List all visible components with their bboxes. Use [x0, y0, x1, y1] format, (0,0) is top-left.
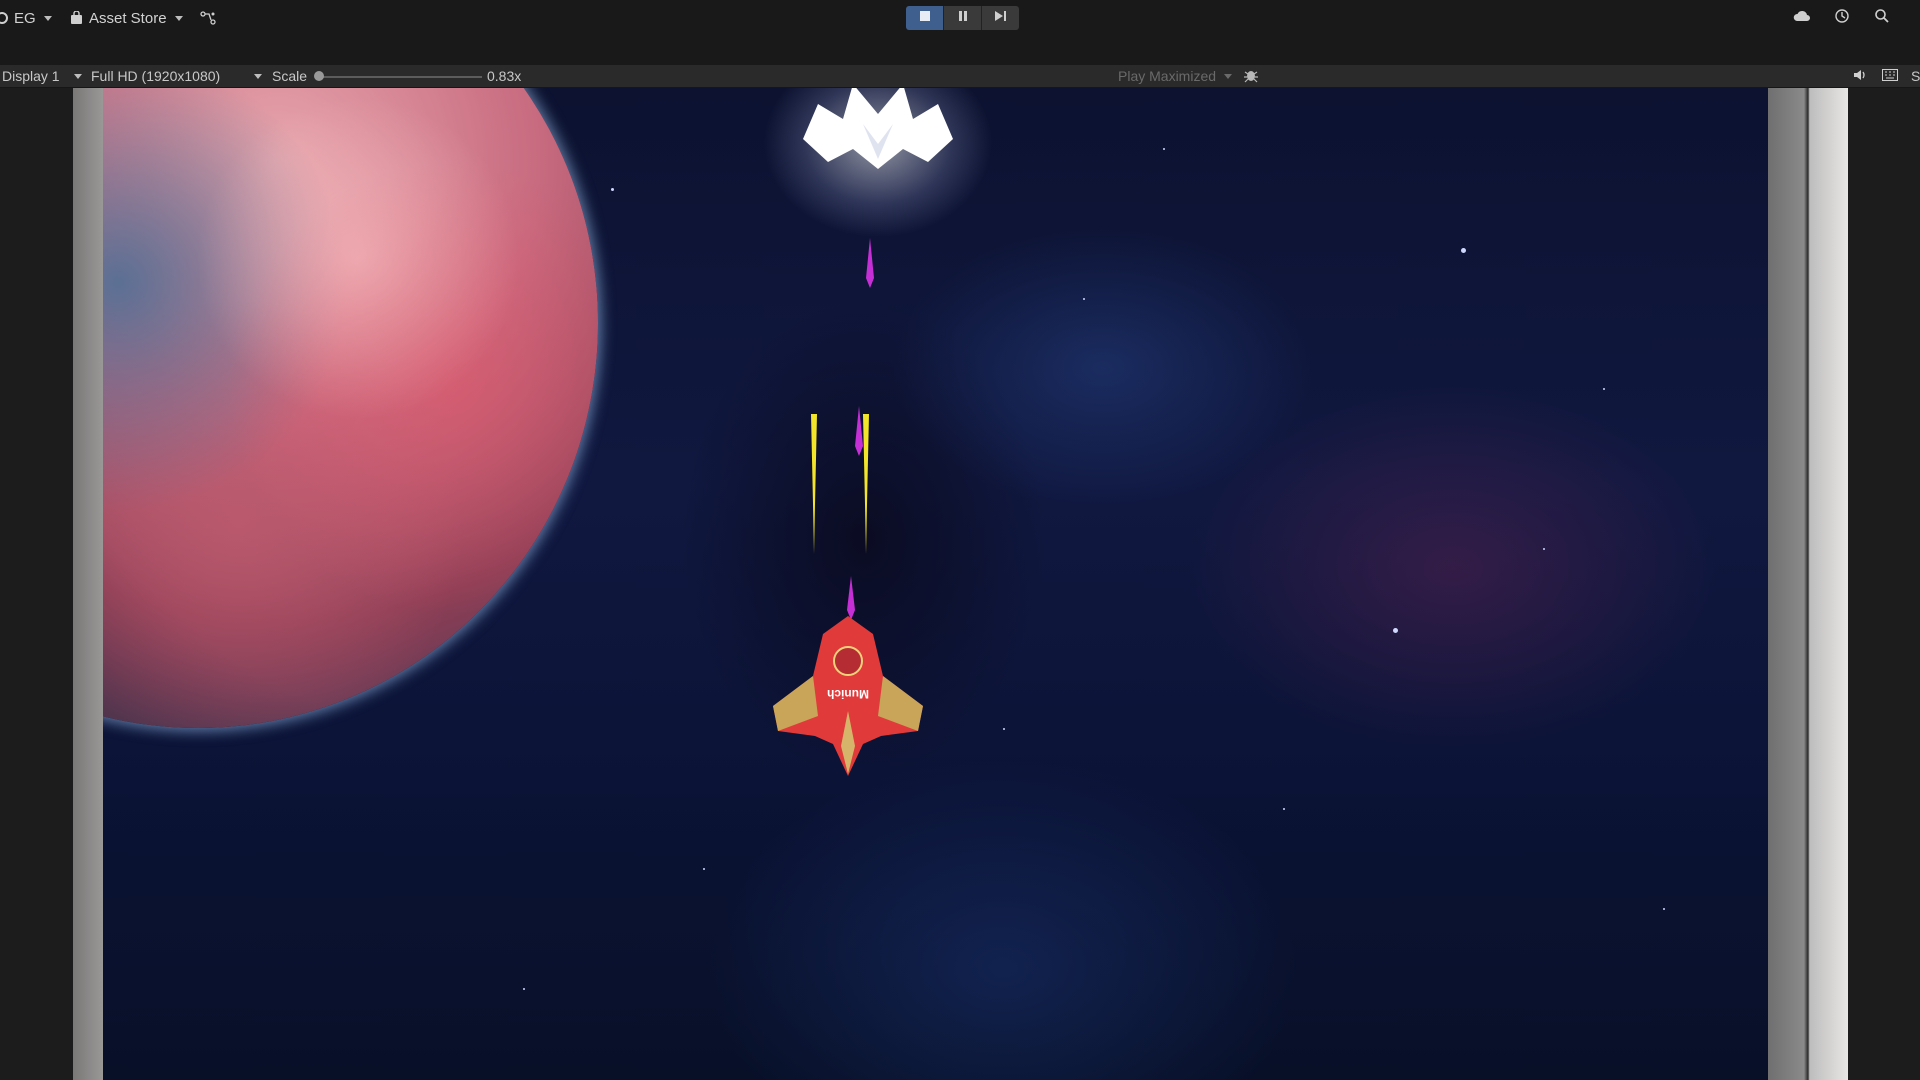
keyboard-icon	[1882, 68, 1898, 84]
history-button[interactable]	[1830, 6, 1854, 30]
search-icon	[1874, 8, 1890, 29]
cloud-icon	[1793, 9, 1811, 27]
bug-icon	[1243, 67, 1259, 86]
star	[703, 868, 705, 870]
game-screen[interactable]: Munich	[103, 88, 1768, 1080]
star	[523, 988, 525, 990]
planet-shading	[103, 88, 598, 728]
star	[611, 188, 614, 191]
enemy-ship	[803, 88, 953, 169]
display-dropdown[interactable]: Display 1	[2, 65, 82, 87]
history-icon	[1834, 8, 1850, 29]
debug-button[interactable]	[1243, 65, 1259, 87]
star	[1393, 628, 1398, 633]
chevron-down-icon	[1224, 73, 1233, 79]
toolbar-right	[1790, 6, 1920, 30]
star	[1003, 728, 1005, 730]
game-view-toolbar: Display 1 Full HD (1920x1080) Scale 0.83…	[0, 65, 1920, 88]
scale-slider-thumb[interactable]	[314, 71, 324, 81]
star	[1461, 248, 1466, 253]
step-icon	[994, 9, 1007, 27]
star	[1163, 148, 1165, 150]
pause-button[interactable]	[944, 6, 982, 30]
game-viewport: Munich	[0, 88, 1920, 1080]
play-maximized-label: Play Maximized	[1118, 68, 1217, 84]
chevron-down-icon	[174, 15, 183, 21]
branch-icon	[200, 11, 216, 25]
chevron-down-icon	[254, 73, 263, 79]
scale-slider-track[interactable]	[318, 76, 482, 78]
account-dropdown[interactable]: EG	[0, 6, 52, 30]
play-maximized-dropdown[interactable]: Play Maximized	[1118, 65, 1233, 87]
mute-button[interactable]	[1853, 65, 1869, 87]
resolution-label: Full HD (1920x1080)	[91, 68, 221, 84]
version-control-button[interactable]	[200, 6, 216, 30]
chevron-down-icon	[73, 73, 82, 79]
speaker-icon	[1853, 68, 1869, 85]
player-laser-left	[811, 414, 817, 554]
scale-value: 0.83x	[487, 68, 522, 84]
stats-label[interactable]: S	[1911, 65, 1920, 87]
star	[1603, 388, 1605, 390]
display-label: Display 1	[2, 68, 60, 84]
stats-button[interactable]	[1882, 65, 1898, 87]
cloud-button[interactable]	[1790, 6, 1814, 30]
step-button[interactable]	[982, 6, 1019, 30]
pause-icon	[957, 9, 969, 27]
main-toolbar: EG Asset Store	[0, 0, 1920, 66]
asset-store-label: Asset Store	[89, 9, 167, 27]
bag-icon	[70, 11, 83, 25]
star	[1543, 548, 1545, 550]
search-button[interactable]	[1870, 6, 1894, 30]
enemy-projectile	[866, 238, 874, 288]
stop-icon	[919, 9, 931, 27]
chevron-down-icon	[43, 15, 52, 21]
player-ship: Munich	[773, 616, 923, 776]
enemy-projectile	[855, 406, 863, 456]
star	[1083, 298, 1085, 300]
star	[1283, 808, 1285, 810]
asset-store-dropdown[interactable]: Asset Store	[70, 6, 183, 30]
letterbox-right	[1768, 88, 1848, 1080]
letterbox-left	[73, 88, 103, 1080]
account-icon	[0, 11, 10, 25]
player-missile	[847, 576, 855, 620]
account-label: EG	[14, 9, 36, 27]
playmode-controls	[906, 6, 1019, 30]
scale-label: Scale	[272, 68, 308, 84]
ship-decal: Munich	[827, 687, 869, 701]
star	[1663, 908, 1665, 910]
stop-button[interactable]	[906, 6, 944, 30]
resolution-dropdown[interactable]: Full HD (1920x1080)	[91, 65, 263, 87]
